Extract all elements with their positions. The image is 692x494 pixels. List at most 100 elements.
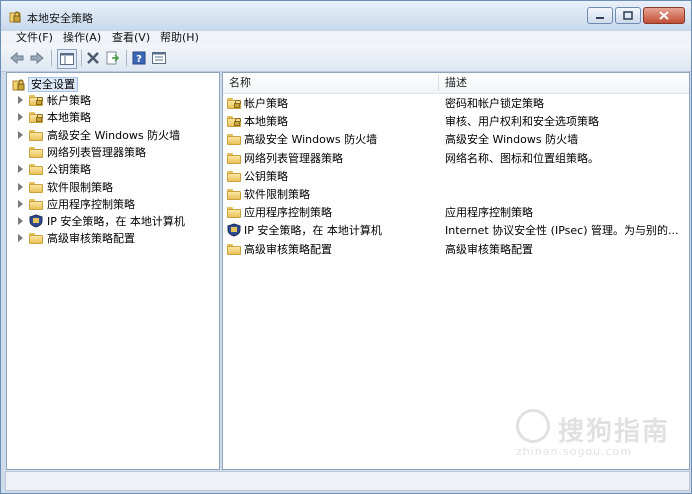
tree-item-label: 本地策略 [47, 111, 91, 125]
expand-arrow-icon[interactable] [18, 165, 23, 174]
console-tree[interactable]: 安全设置 帐户策略本地策略高级安全 Windows 防火墙 网络列表管理器策略 公钥… [6, 72, 220, 470]
tree-item[interactable]: 高级审核策略配置 [7, 230, 217, 247]
tree-item-label: 网络列表管理器策略 [47, 145, 146, 159]
list-item-name: 公钥策略 [244, 169, 288, 183]
menu-file[interactable]: 文件(F) [16, 31, 53, 45]
folder-icon [227, 189, 241, 200]
folder-icon [29, 129, 43, 141]
security-policy-icon [9, 11, 21, 23]
folder-icon [29, 181, 43, 193]
list-item[interactable]: 高级安全 Windows 防火墙 高级安全 Windows 防火墙 [223, 131, 689, 149]
folder-icon [29, 233, 43, 245]
watermark: 搜狗指南 zhinan.sogou.com [516, 405, 676, 458]
list-item-description: 高级安全 Windows 防火墙 [445, 133, 579, 147]
list-item-name: 网络列表管理器策略 [244, 151, 343, 165]
tree-item[interactable]: 应用程序控制策略 [7, 196, 217, 213]
folder-icon [29, 164, 43, 176]
properties-icon [152, 52, 166, 64]
ip-security-icon [227, 223, 241, 237]
close-icon [659, 11, 669, 20]
list-item-description: 网络名称、图标和位置组策略。 [445, 151, 599, 165]
tree-root-security-settings[interactable]: 安全设置 [7, 75, 217, 92]
close-button[interactable] [643, 7, 685, 24]
watermark-logo-icon [516, 409, 550, 443]
forward-button[interactable] [29, 50, 45, 66]
column-header-name[interactable]: 名称 [229, 73, 251, 93]
list-item-name: 高级审核策略配置 [244, 242, 332, 256]
watermark-text: 搜狗指南 [558, 417, 671, 447]
locked-folder-icon [29, 95, 43, 106]
minimize-button[interactable] [587, 7, 613, 24]
list-item-name: 软件限制策略 [244, 188, 310, 201]
list-item-description: 审核、用户权利和安全选项策略 [445, 115, 599, 129]
tree-item-label: 高级审核策略配置 [47, 232, 135, 246]
back-button[interactable] [9, 50, 25, 66]
list-item-name: 帐户策略 [244, 97, 288, 110]
list-item-name: 本地策略 [244, 115, 288, 129]
tree-item[interactable]: 软件限制策略 [7, 179, 217, 196]
list-item[interactable]: IP 安全策略，在 本地计算机 Internet 协议安全性 (IPsec) 管理… [223, 222, 689, 240]
expand-arrow-icon[interactable] [18, 96, 23, 104]
delete-icon [87, 52, 99, 64]
list-item-description: 应用程序控制策略 [445, 206, 533, 220]
expand-arrow-icon[interactable] [18, 130, 23, 139]
list-item-name: 应用程序控制策略 [244, 206, 332, 220]
svg-text:?: ? [136, 54, 142, 65]
tree-root-label: 安全设置 [28, 77, 78, 92]
window-title: 本地安全策略 [27, 12, 93, 25]
list-item-description: 密码和帐户锁定策略 [445, 97, 544, 110]
tree-item[interactable]: 帐户策略 [7, 92, 217, 109]
expand-arrow-icon[interactable] [18, 234, 23, 243]
list-item[interactable]: 网络列表管理器策略 网络名称、图标和位置组策略。 [223, 150, 689, 168]
tree-item-label: 公钥策略 [47, 163, 91, 177]
properties-button[interactable] [151, 50, 167, 66]
tree-item[interactable]: 网络列表管理器策略 [7, 144, 217, 161]
folder-icon [227, 170, 241, 182]
list-item[interactable]: 帐户策略 密码和帐户锁定策略 [223, 95, 689, 113]
list-header: 名称 描述 [223, 73, 689, 94]
locked-folder-icon [227, 98, 241, 109]
delete-button[interactable] [85, 50, 101, 66]
maximize-button[interactable] [615, 7, 641, 24]
tree-item[interactable]: 本地策略 [7, 109, 217, 126]
forward-arrow-icon [30, 52, 44, 64]
expand-arrow-icon[interactable] [18, 113, 23, 122]
list-item[interactable]: 公钥策略 [223, 168, 689, 186]
maximize-icon [623, 11, 633, 20]
export-list-button[interactable] [105, 50, 121, 66]
minimize-icon [596, 16, 604, 19]
tree-item[interactable]: IP 安全策略，在 本地计算机 [7, 213, 217, 230]
list-item[interactable]: 高级审核策略配置 高级审核策略配置 [223, 241, 689, 259]
toolbar: ? [1, 45, 691, 72]
folder-icon [227, 134, 241, 146]
list-item[interactable]: 本地策略 审核、用户权利和安全选项策略 [223, 113, 689, 131]
menu-help[interactable]: 帮助(H) [160, 31, 199, 45]
list-item-name: 高级安全 Windows 防火墙 [244, 133, 378, 147]
app-window: 本地安全策略 文件(F) 操作(A) 查看(V) 帮助(H) ? 安全设置 帐户… [0, 0, 692, 494]
tree-item[interactable]: 高级安全 Windows 防火墙 [7, 127, 217, 144]
column-header-description[interactable]: 描述 [445, 73, 467, 93]
title-bar[interactable]: 本地安全策略 [1, 1, 691, 31]
list-item-description: 高级审核策略配置 [445, 242, 533, 256]
show-console-tree-icon [60, 53, 74, 65]
tree-item-label: 帐户策略 [47, 94, 91, 107]
menu-bar: 文件(F) 操作(A) 查看(V) 帮助(H) [1, 31, 691, 45]
tree-item-label: 应用程序控制策略 [47, 197, 135, 211]
status-bar [5, 471, 690, 491]
help-button[interactable]: ? [131, 50, 147, 66]
folder-icon [29, 198, 43, 210]
menu-view[interactable]: 查看(V) [112, 31, 150, 45]
list-item[interactable]: 应用程序控制策略 应用程序控制策略 [223, 204, 689, 222]
expand-arrow-icon[interactable] [18, 182, 23, 191]
show-console-tree-button[interactable] [57, 49, 77, 69]
expand-arrow-icon[interactable] [18, 217, 23, 226]
list-item[interactable]: 软件限制策略 [223, 186, 689, 204]
menu-action[interactable]: 操作(A) [63, 31, 101, 45]
expand-arrow-icon[interactable] [18, 199, 23, 208]
tree-item[interactable]: 公钥策略 [7, 161, 217, 178]
security-settings-icon [12, 79, 25, 91]
locked-folder-icon [227, 116, 241, 128]
tree-item-label: IP 安全策略，在 本地计算机 [47, 215, 185, 229]
locked-folder-icon [29, 112, 43, 124]
tree-item-label: 高级安全 Windows 防火墙 [47, 128, 181, 142]
